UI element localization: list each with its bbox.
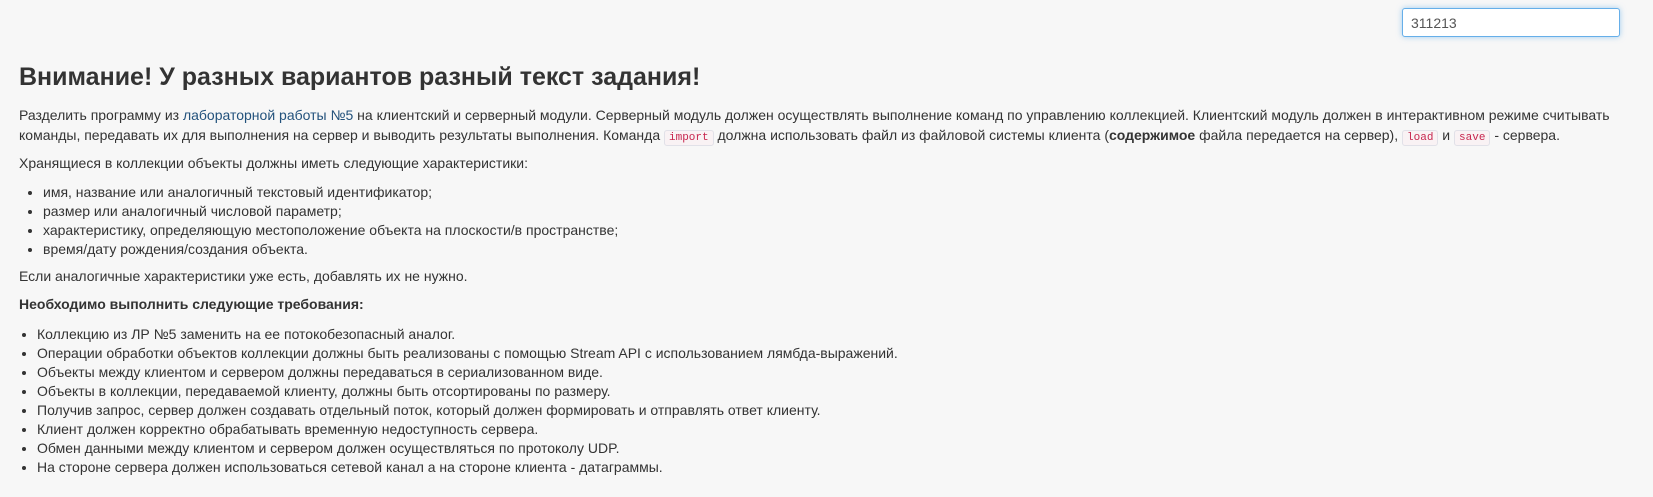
intro-text: - сервера. [1490,127,1560,143]
characteristics-intro: Хранящиеся в коллекции объекты должны им… [19,155,528,171]
intro-text: файла передается на сервер), [1195,127,1403,143]
if-same-note: Если аналогичные характеристики уже есть… [19,268,468,284]
list-item: На стороне сервера должен использоваться… [37,458,1644,477]
bold-content-word: содержимое [1108,127,1196,143]
page-title: Внимание! У разных вариантов разный текс… [19,63,701,91]
list-item: Получив запрос, сервер должен создавать … [37,401,1644,420]
intro-paragraph: Разделить программу из лабораторной рабо… [19,105,1644,146]
variant-input[interactable] [1402,8,1620,37]
code-import: import [664,130,714,146]
characteristics-list: имя, название или аналогичный текстовый … [19,183,1644,259]
requirements-title: Необходимо выполнить следующие требовани… [19,296,364,312]
code-save: save [1454,130,1491,146]
lab5-link[interactable]: лабораторной работы №5 [183,107,353,123]
list-item: имя, название или аналогичный текстовый … [43,183,1644,202]
list-item: Клиент должен корректно обрабатывать вре… [37,420,1644,439]
list-item: Обмен данными между клиентом и сервером … [37,439,1644,458]
list-item: Объекты в коллекции, передаваемой клиент… [37,382,1644,401]
intro-text: команды, передавать их для выполнения на… [19,127,664,143]
intro-text: Разделить программу из [19,107,183,123]
list-item: Объекты между клиентом и сервером должны… [37,363,1644,382]
list-item: Коллекцию из ЛР №5 заменить на ее потоко… [37,325,1644,344]
requirements-list: Коллекцию из ЛР №5 заменить на ее потоко… [19,325,1644,477]
list-item: время/дату рождения/создания объекта. [43,240,1644,259]
intro-text: и [1438,127,1455,143]
list-item: размер или аналогичный числовой параметр… [43,202,1644,221]
code-load: load [1402,130,1439,146]
intro-text: на клиентский и серверный модули. Сервер… [353,107,1610,123]
intro-text: должна использовать файл из файловой сис… [713,127,1109,143]
assignment-content: Внимание! У разных вариантов разный текс… [19,60,1644,477]
list-item: Операции обработки объектов коллекции до… [37,344,1644,363]
list-item: характеристику, определяющую местоположе… [43,221,1644,240]
